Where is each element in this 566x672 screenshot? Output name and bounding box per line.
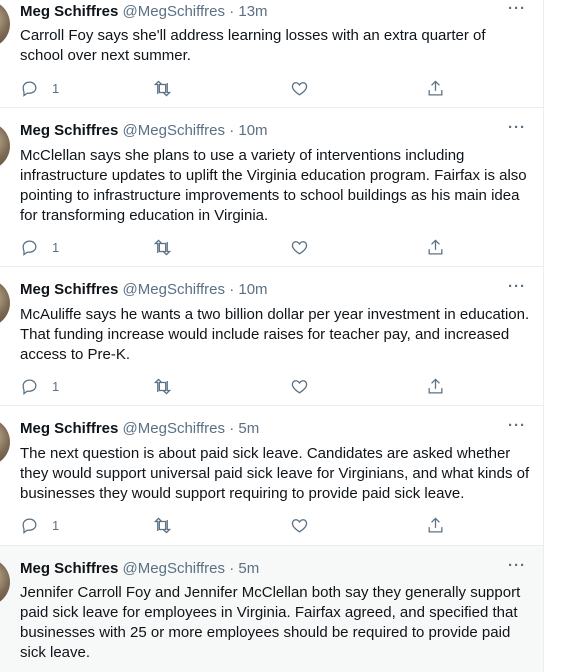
timestamp[interactable]: 13m bbox=[238, 3, 267, 20]
tweet[interactable]: Meg Schiffres @MegSchiffres · 13m ··· Ca… bbox=[0, 0, 543, 108]
like-button[interactable] bbox=[290, 376, 309, 396]
tweet[interactable]: Meg Schiffres @MegSchiffres · 5m ··· Jen… bbox=[0, 546, 543, 672]
avatar[interactable] bbox=[0, 418, 10, 466]
avatar[interactable] bbox=[0, 558, 10, 606]
tweet-header: Meg Schiffres @MegSchiffres · 13m bbox=[20, 2, 268, 22]
retweet-icon bbox=[153, 516, 172, 534]
like-icon bbox=[291, 81, 308, 96]
reply-icon bbox=[22, 518, 37, 534]
tweet-text: McClellan says she plans to use a variet… bbox=[20, 147, 527, 224]
retweet-icon bbox=[153, 377, 172, 395]
retweet-button[interactable] bbox=[153, 237, 172, 257]
author-name[interactable]: Meg Schiffres bbox=[20, 420, 118, 437]
tweet-text: The next question is about paid sick lea… bbox=[20, 445, 530, 502]
retweet-button[interactable] bbox=[153, 376, 172, 396]
tweet[interactable]: Meg Schiffres @MegSchiffres · 10m ··· Mc… bbox=[0, 108, 543, 267]
author-handle[interactable]: @MegSchiffres bbox=[123, 281, 226, 298]
reply-button[interactable]: 1 bbox=[20, 78, 59, 98]
reply-count: 1 bbox=[52, 378, 60, 394]
author-handle[interactable]: @MegSchiffres bbox=[123, 560, 226, 577]
share-button[interactable] bbox=[426, 78, 445, 98]
author-name[interactable]: Meg Schiffres bbox=[20, 122, 118, 139]
reply-count: 1 bbox=[52, 239, 60, 255]
retweet-button[interactable] bbox=[153, 515, 172, 535]
tweet-text: McAuliffe says he wants a two billion do… bbox=[20, 306, 530, 363]
timeline: Meg Schiffres @MegSchiffres · 13m ··· Ca… bbox=[0, 0, 544, 672]
tweet-actions: 1 bbox=[20, 78, 460, 98]
more-icon[interactable]: ··· bbox=[506, 279, 528, 302]
tweet-text: Carroll Foy says she'll address learning… bbox=[20, 27, 486, 64]
avatar[interactable] bbox=[0, 0, 10, 48]
separator: · bbox=[229, 560, 235, 577]
share-icon bbox=[428, 238, 443, 254]
like-button[interactable] bbox=[290, 237, 309, 257]
share-icon bbox=[428, 516, 443, 532]
reply-button[interactable]: 1 bbox=[20, 237, 59, 257]
separator: · bbox=[229, 281, 235, 298]
like-icon bbox=[291, 518, 308, 533]
separator: · bbox=[229, 122, 235, 139]
tweet-text: Jennifer Carroll Foy and Jennifer McClel… bbox=[20, 584, 521, 661]
avatar[interactable] bbox=[0, 122, 10, 170]
more-icon[interactable]: ··· bbox=[506, 1, 528, 24]
like-button[interactable] bbox=[290, 78, 309, 98]
more-icon[interactable]: ··· bbox=[506, 558, 528, 581]
author-handle[interactable]: @MegSchiffres bbox=[123, 3, 226, 20]
like-icon bbox=[291, 240, 308, 255]
tweet-actions: 1 bbox=[20, 376, 460, 396]
reply-icon bbox=[22, 81, 37, 97]
timestamp[interactable]: 10m bbox=[238, 281, 267, 298]
tweet-actions: 1 bbox=[20, 515, 460, 535]
author-handle[interactable]: @MegSchiffres bbox=[123, 122, 226, 139]
author-name[interactable]: Meg Schiffres bbox=[20, 281, 118, 298]
separator: · bbox=[229, 420, 235, 437]
retweet-button[interactable] bbox=[153, 78, 172, 98]
reply-icon bbox=[22, 240, 37, 256]
like-button[interactable] bbox=[290, 515, 309, 535]
share-button[interactable] bbox=[426, 376, 445, 396]
share-icon bbox=[428, 79, 443, 95]
retweet-icon bbox=[153, 238, 172, 256]
share-button[interactable] bbox=[426, 515, 445, 535]
tweet-header: Meg Schiffres @MegSchiffres · 5m bbox=[20, 559, 259, 579]
reply-button[interactable]: 1 bbox=[20, 376, 59, 396]
more-icon[interactable]: ··· bbox=[506, 120, 528, 143]
reply-icon bbox=[22, 379, 37, 395]
reply-button[interactable]: 1 bbox=[20, 515, 59, 535]
timestamp[interactable]: 10m bbox=[238, 122, 267, 139]
tweet-header: Meg Schiffres @MegSchiffres · 10m bbox=[20, 280, 268, 300]
like-icon bbox=[291, 379, 308, 394]
author-name[interactable]: Meg Schiffres bbox=[20, 560, 118, 577]
tweet[interactable]: Meg Schiffres @MegSchiffres · 10m ··· Mc… bbox=[0, 267, 543, 406]
separator: · bbox=[229, 3, 235, 20]
author-name[interactable]: Meg Schiffres bbox=[20, 3, 118, 20]
tweet-header: Meg Schiffres @MegSchiffres · 5m bbox=[20, 419, 259, 439]
tweet[interactable]: Meg Schiffres @MegSchiffres · 5m ··· The… bbox=[0, 406, 543, 546]
tweet-header: Meg Schiffres @MegSchiffres · 10m bbox=[20, 121, 268, 141]
tweet-actions: 1 bbox=[20, 237, 460, 257]
timestamp[interactable]: 5m bbox=[238, 560, 259, 577]
author-handle[interactable]: @MegSchiffres bbox=[123, 420, 226, 437]
more-icon[interactable]: ··· bbox=[506, 418, 528, 441]
retweet-icon bbox=[153, 79, 172, 97]
reply-count: 1 bbox=[52, 80, 60, 96]
timestamp[interactable]: 5m bbox=[238, 420, 259, 437]
share-button[interactable] bbox=[426, 237, 445, 257]
reply-count: 1 bbox=[52, 517, 60, 533]
avatar[interactable] bbox=[0, 279, 10, 327]
share-icon bbox=[428, 377, 443, 393]
